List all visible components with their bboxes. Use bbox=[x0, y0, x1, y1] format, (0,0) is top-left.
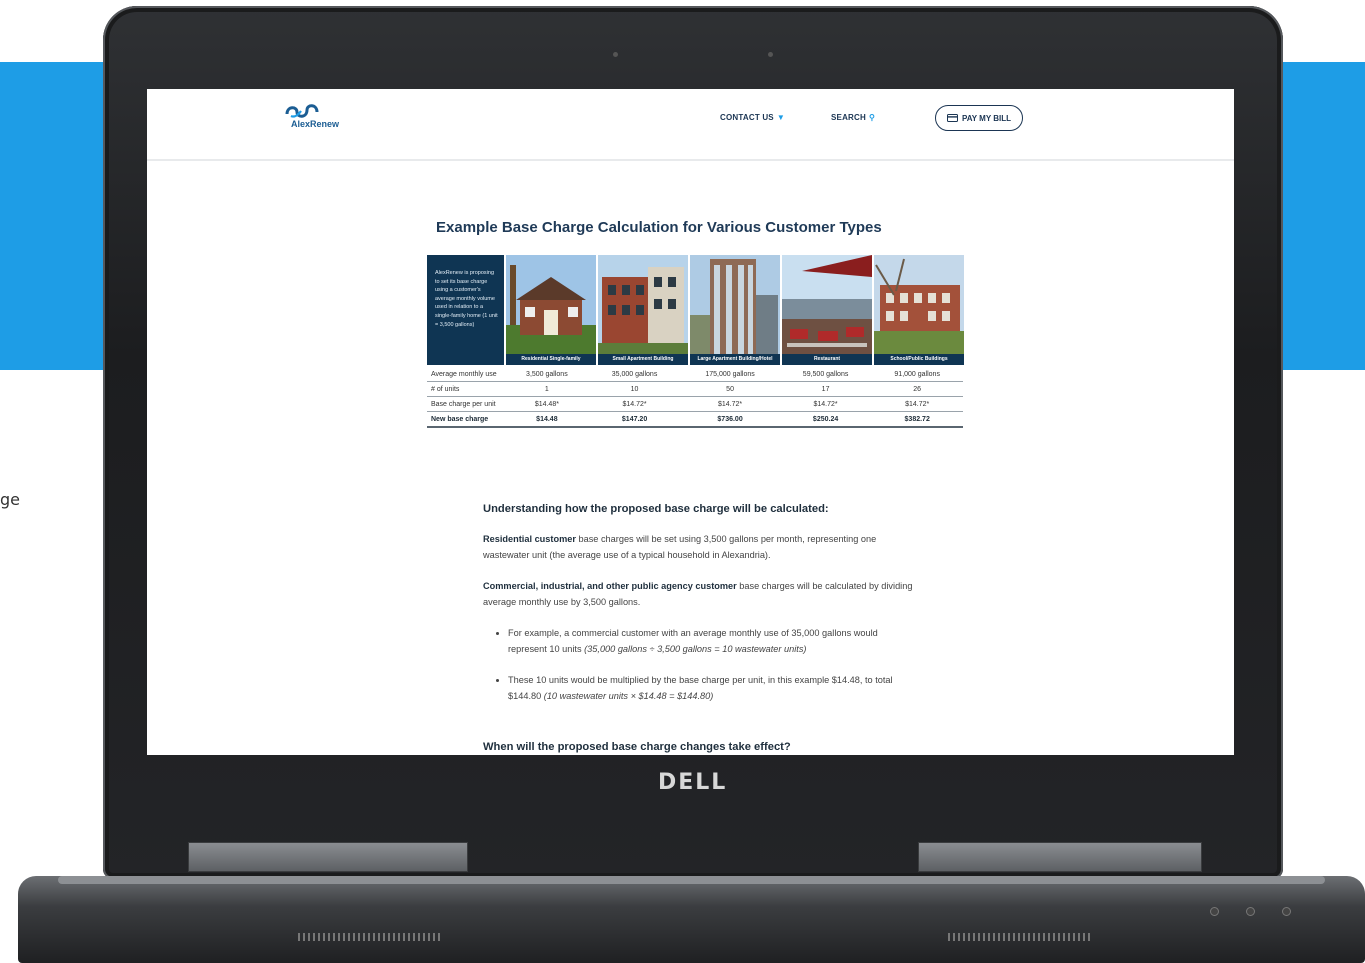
row-label: Base charge per unit bbox=[427, 396, 505, 412]
photo-caption: Large Apartment Building/Hotel bbox=[690, 354, 780, 365]
example-list: For example, a commercial customer with … bbox=[483, 625, 913, 704]
list-formula: (35,000 gallons ÷ 3,500 gallons = 10 was… bbox=[584, 644, 807, 654]
credit-card-icon bbox=[946, 114, 958, 122]
table-cell: $382.72 bbox=[871, 411, 963, 428]
base-charge-table: Average monthly use 3,500 gallons 35,000… bbox=[427, 367, 963, 428]
table-cell: 26 bbox=[871, 381, 963, 397]
table-row-total: New base charge $14.48 $147.20 $736.00 $… bbox=[427, 411, 963, 428]
photo-caption: Small Apartment Building bbox=[598, 354, 688, 365]
table-cell: $14.72* bbox=[588, 396, 681, 412]
table-cell: 91,000 gallons bbox=[871, 367, 963, 382]
table-cell: $14.72* bbox=[779, 396, 872, 412]
logo-text: AlexRenew bbox=[290, 119, 340, 129]
table-cell: $14.48* bbox=[505, 396, 589, 412]
list-item: For example, a commercial customer with … bbox=[508, 625, 913, 657]
background-text-fragment: ge bbox=[0, 490, 20, 509]
photo-caption: School/Public Buildings bbox=[874, 354, 964, 365]
table-cell: 35,000 gallons bbox=[588, 367, 681, 382]
table-cell: $147.20 bbox=[588, 411, 681, 428]
site-header: AlexRenew CONTACT US ▼ SEARCH ⚲ PAY MY BIL… bbox=[147, 89, 1234, 161]
table-cell: 50 bbox=[680, 381, 780, 397]
status-led-icon bbox=[1210, 907, 1219, 916]
laptop-base bbox=[18, 876, 1365, 963]
laptop-screen: AlexRenew CONTACT US ▼ SEARCH ⚲ PAY MY BIL… bbox=[147, 89, 1234, 755]
photo-residential: Residential Single-family bbox=[506, 255, 596, 365]
table-cell: 17 bbox=[779, 381, 872, 397]
search-icon: ⚲ bbox=[868, 113, 876, 122]
list-item: These 10 units would be multiplied by th… bbox=[508, 672, 913, 704]
photo-school: School/Public Buildings bbox=[874, 255, 964, 365]
photo-large-apartment: Large Apartment Building/Hotel bbox=[690, 255, 780, 365]
table-cell: $14.48 bbox=[505, 411, 589, 428]
explanation-section: Understanding how the proposed base char… bbox=[483, 501, 913, 753]
bold-term: Commercial, industrial, and other public… bbox=[483, 581, 737, 591]
table-row: # of units 1 10 50 17 26 bbox=[427, 381, 963, 397]
photo-small-apartment: Small Apartment Building bbox=[598, 255, 688, 365]
table-cell: 10 bbox=[588, 381, 681, 397]
table-cell: 175,000 gallons bbox=[680, 367, 780, 382]
nav-search[interactable]: SEARCH ⚲ bbox=[831, 113, 875, 122]
row-label: New base charge bbox=[427, 411, 505, 428]
photo-restaurant: Restaurant bbox=[782, 255, 872, 365]
list-formula: (10 wastewater units × $14.48 = $144.80) bbox=[543, 691, 714, 701]
nav-search-label: SEARCH bbox=[831, 113, 866, 122]
paragraph-commercial: Commercial, industrial, and other public… bbox=[483, 578, 913, 610]
vent-left bbox=[298, 933, 443, 941]
table-row: Base charge per unit $14.48* $14.72* $14… bbox=[427, 396, 963, 412]
base-trim bbox=[58, 876, 1325, 884]
dell-logo: DELL bbox=[658, 770, 728, 795]
photo-caption: Residential Single-family bbox=[506, 354, 596, 365]
customer-types-graphic: AlexRenew is proposing to set its base c… bbox=[427, 255, 964, 365]
effective-date-heading: When will the proposed base charge chang… bbox=[483, 741, 791, 753]
explanation-heading: Understanding how the proposed base char… bbox=[483, 503, 829, 515]
pay-my-bill-button[interactable]: PAY MY BILL bbox=[935, 105, 1023, 131]
section-title: Example Base Charge Calculation for Vari… bbox=[436, 219, 882, 236]
table-cell: $250.24 bbox=[779, 411, 872, 428]
nav-contact-label: CONTACT US bbox=[720, 113, 774, 122]
status-led-icon bbox=[1282, 907, 1291, 916]
table-cell: $14.72* bbox=[871, 396, 963, 412]
hinge-right bbox=[918, 842, 1202, 872]
vent-right bbox=[948, 933, 1093, 941]
row-label: # of units bbox=[427, 381, 505, 397]
table-cell: $736.00 bbox=[680, 411, 780, 428]
table-row: Average monthly use 3,500 gallons 35,000… bbox=[427, 367, 963, 382]
webcam-icon bbox=[613, 52, 618, 57]
alexrenew-logo-icon bbox=[285, 104, 319, 118]
status-led-icon bbox=[1246, 907, 1255, 916]
hinge-left bbox=[188, 842, 468, 872]
site-logo[interactable]: AlexRenew bbox=[283, 102, 347, 129]
sensor-icon bbox=[768, 52, 773, 57]
row-label: Average monthly use bbox=[427, 367, 505, 382]
promo-intro-text: AlexRenew is proposing to set its base c… bbox=[427, 255, 504, 365]
table-cell: $14.72* bbox=[680, 396, 780, 412]
caret-down-icon: ▼ bbox=[776, 113, 785, 122]
bold-term: Residential customer bbox=[483, 534, 576, 544]
pay-my-bill-label: PAY MY BILL bbox=[961, 113, 1012, 123]
nav-contact-us[interactable]: CONTACT US ▼ bbox=[720, 113, 785, 122]
paragraph-residential: Residential customer base charges will b… bbox=[483, 531, 913, 563]
photo-caption: Restaurant bbox=[782, 354, 872, 365]
table-cell: 59,500 gallons bbox=[779, 367, 872, 382]
table-cell: 1 bbox=[505, 381, 589, 397]
table-cell: 3,500 gallons bbox=[505, 367, 589, 382]
